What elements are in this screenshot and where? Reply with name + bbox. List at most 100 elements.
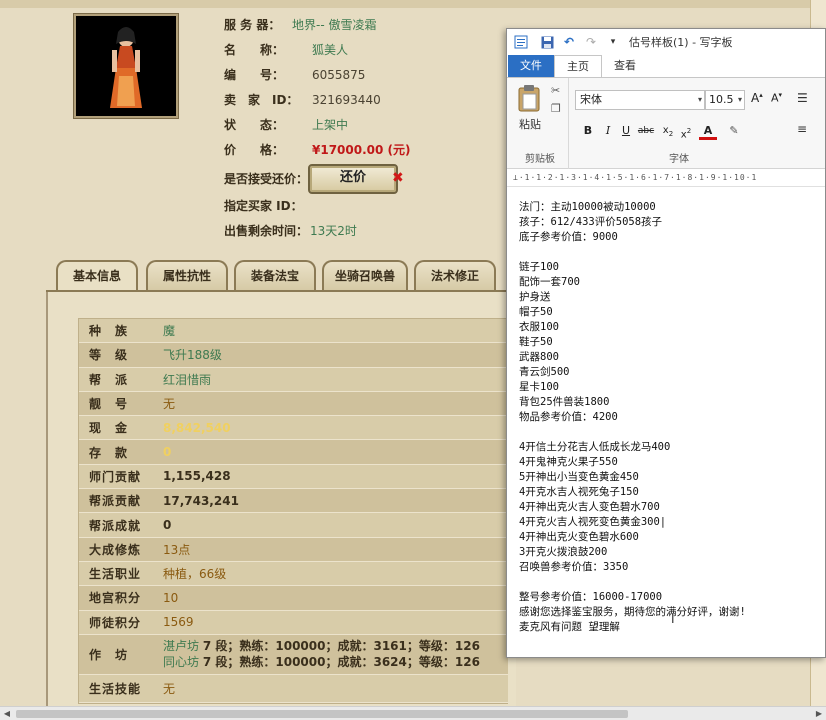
bold-icon[interactable]: B [579,122,597,140]
workshop-row: 作 坊 湛卢坊 7 段；熟练：100000；成就：3161；等级：126 同心坊 7… [79,634,508,675]
stat-row: 种 族魔 [79,319,508,344]
cut-icon[interactable]: ✂ [551,84,560,97]
stat-key: 等 级 [89,348,129,363]
reject-icon: ✖ [392,170,404,186]
chevron-down-icon: ▾ [737,95,742,104]
stat-key: 大成修炼 [89,542,142,557]
font-family-select[interactable]: 宋体 ▾ [575,90,705,110]
stat-key: 靓 号 [89,397,129,412]
ribbon: 粘贴 ✂ ❐ 剪贴板 宋体 ▾ 10.5 ▾ A▴ A▾ ☰ B I U abc… [507,77,825,170]
undo-icon[interactable]: ↶ [561,34,577,50]
document-line: 配饰一套700 [519,276,580,288]
font-size-select[interactable]: 10.5 ▾ [705,90,745,110]
id-row: 编 号： 6055875 [224,66,365,84]
workshop-1-name: 湛卢坊 [163,639,200,654]
font-family-value: 宋体 [580,93,602,106]
stat-value: 0 [163,445,172,460]
chevron-down-icon: ▾ [697,95,702,104]
tab-spell-modifiers[interactable]: 法术修正 [414,260,496,290]
align-left-icon[interactable]: ≡ [797,122,807,136]
paste-icon[interactable] [517,84,541,112]
paste-label[interactable]: 粘贴 [519,116,541,132]
price-row: 价 格： ¥17000.00 (元) [224,141,411,159]
wordpad-app-icon [513,34,529,50]
document-line: 3开克火拨浪鼓200 [519,546,608,558]
stat-key: 种 族 [89,324,129,339]
stat-key: 师门贡献 [89,469,142,484]
life-skill-key: 生活技能 [89,681,142,696]
scroll-left-icon[interactable]: ◀ [0,707,14,720]
copy-icon[interactable]: ❐ [551,102,561,115]
italic-icon[interactable]: I [599,122,617,140]
workshop-key: 作 坊 [89,647,129,662]
tab-basic-info[interactable]: 基本信息 [56,260,138,292]
name-row: 名 称： 狐美人 [224,41,348,59]
document-line: 召唤兽参考价值：3350 [519,561,629,573]
stat-row: 存 款 0 [79,440,508,465]
tab-home[interactable]: 主页 [554,55,602,77]
tab-equipment[interactable]: 装备法宝 [234,260,316,290]
stat-row: 等 级 飞升188级 [79,343,508,368]
document-area[interactable]: 法门：主动10000被动10000 孩子：612/433评价5058孩子 底子参考价… [507,188,825,657]
tab-view[interactable]: 查看 [602,55,648,77]
server-row: 服 务 器： 地界-- 傲雪凌霜 [224,16,376,34]
document-line: 物品参考价值：4200 [519,411,618,423]
underline-icon[interactable]: U [617,122,635,140]
document-line: 4开神出克火吉人变色碧水700 [519,501,660,513]
save-icon[interactable] [539,34,555,50]
font-color-icon[interactable]: A [699,122,717,140]
indent-icon[interactable]: ☰ [797,91,808,105]
customize-toolbar-icon[interactable]: ▾ [605,34,621,50]
workshop-2-name: 同心坊 [163,655,200,670]
document-line: 背包25件兽装1800 [519,396,610,408]
document-line: 5开神出小当变色黄金450 [519,471,639,483]
life-skill-row: 生活技能 无 [79,674,508,703]
document-line: 底子参考价值：9000 [519,231,618,243]
highlight-icon[interactable]: ✎ [725,122,743,140]
stat-key: 生活职业 [89,567,142,582]
clipboard-label: 剪贴板 [525,154,555,165]
stat-value: 0 [163,518,172,533]
document-line: 整号参考价值：16000-17000 [519,591,663,603]
counter-row: 是否接受还价： [224,170,308,188]
tab-mounts-summons[interactable]: 坐骑召唤兽 [322,260,408,290]
stat-key: 帮派贡献 [89,494,142,509]
strikethrough-icon[interactable]: abc [637,122,655,140]
character-portrait [74,14,178,118]
clipboard-group: 粘贴 ✂ ❐ 剪贴板 [507,78,569,170]
seller-label: 卖 家 ID： [224,93,299,107]
document-text[interactable]: 法门：主动10000被动10000 孩子：612/433评价5058孩子 底子参考价… [519,200,825,635]
document-line: 衣服100 [519,321,559,333]
grow-font-icon[interactable]: A▴ [751,91,763,105]
stat-row: 大成修炼 13点 [79,537,508,562]
tab-attributes[interactable]: 属性抗性 [146,260,228,290]
shrink-font-icon[interactable]: A▾ [771,91,782,105]
buyer-label: 指定买家 ID： [224,199,303,213]
superscript-icon[interactable]: x2 [677,122,695,140]
name-value: 狐美人 [312,43,349,57]
subscript-icon[interactable]: x2 [659,122,677,140]
document-line: 链子100 [519,261,559,273]
stat-value: 1569 [163,615,194,630]
stat-row: 帮 派 红泪惜雨 [79,367,508,392]
font-size-value: 10.5 [709,93,734,106]
counter-offer-button[interactable]: 还价 [308,164,398,194]
horizontal-scrollbar[interactable]: ◀ ▶ [0,706,826,720]
tab-file[interactable]: 文件 [508,55,554,77]
stat-value: 8,842,540 [163,420,231,435]
stat-value: 种植，66级 [163,567,227,582]
stat-value: 飞升188级 [163,348,222,363]
redo-icon[interactable]: ↷ [583,34,599,50]
workshop-line-2: 同心坊 7 段；熟练：100000；成就：3624；等级：126 [163,654,508,670]
text-cursor-icon: I [671,612,675,626]
document-line: 孩子：612/433评价5058孩子 [519,216,663,228]
ruler[interactable]: ⊥·1·1·2·1·3·1·4·1·5·1·6·1·7·1·8·1·9·1·10… [507,169,825,187]
document-line: 护身送 [519,291,551,303]
time-value: 13天2时 [310,224,357,238]
workshop-line-1: 湛卢坊 7 段；熟练：100000；成就：3161；等级：126 [163,638,508,654]
workshop-values: 湛卢坊 7 段；熟练：100000；成就：3161；等级：126 同心坊 7 段；… [155,638,508,670]
scrollbar-thumb[interactable] [16,710,628,718]
stat-value: 10 [163,590,179,605]
stat-key: 帮派成就 [89,518,142,533]
scroll-right-icon[interactable]: ▶ [812,707,826,720]
